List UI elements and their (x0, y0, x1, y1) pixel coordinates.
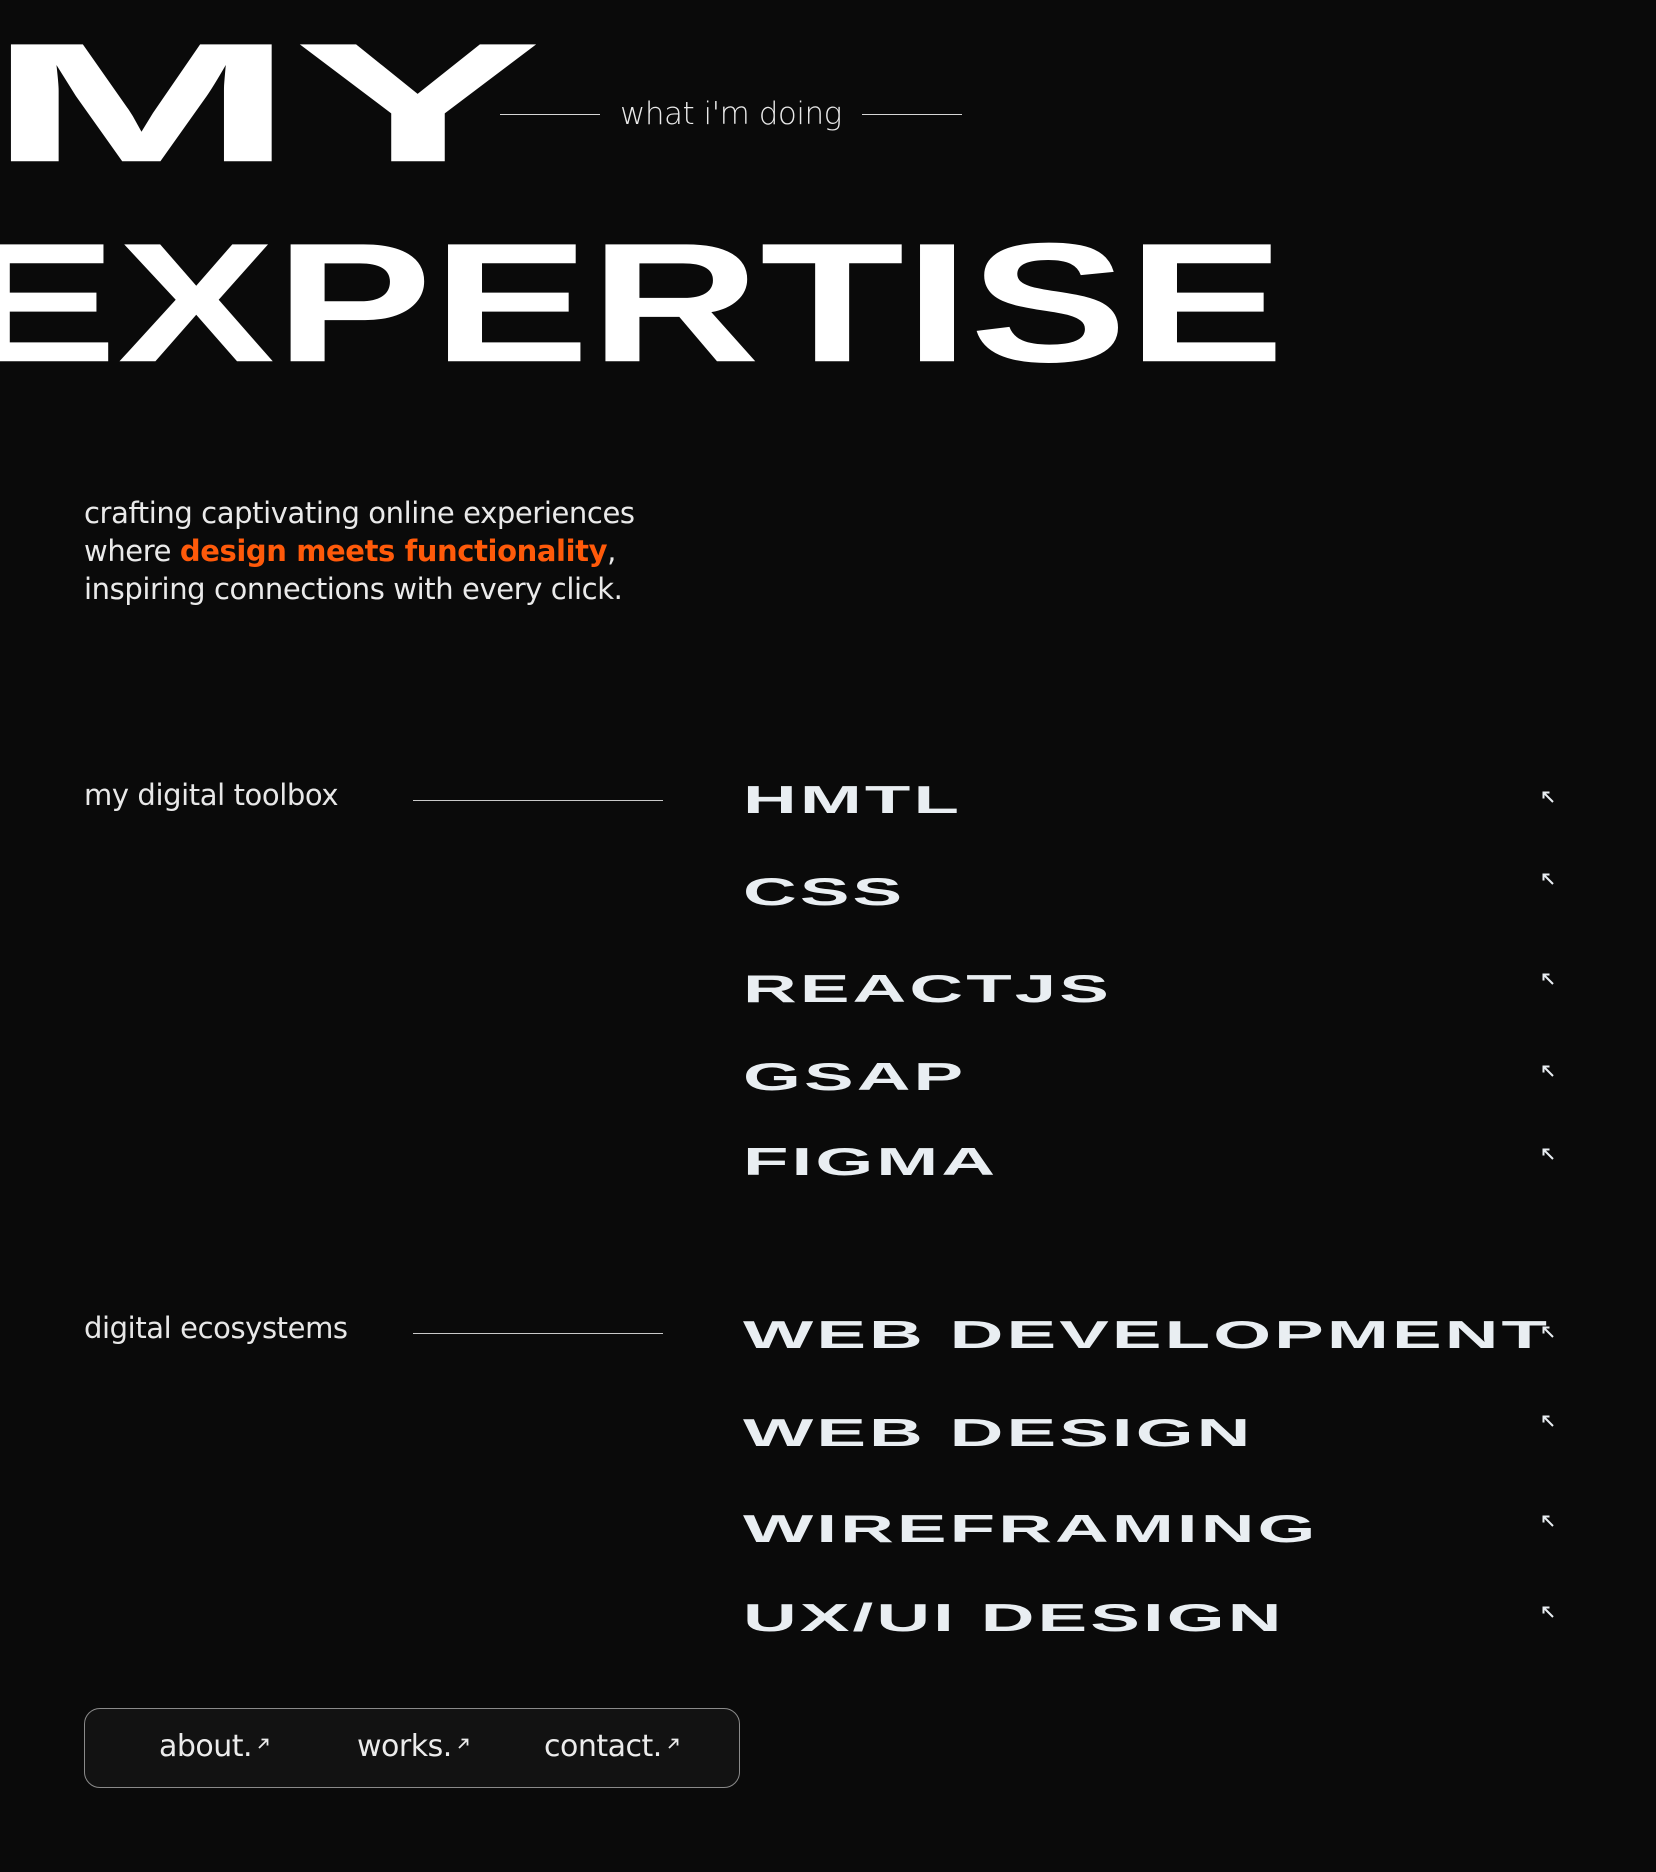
nav-about-label: about. (159, 1729, 253, 1764)
toolbox-item-css[interactable]: CSS (743, 862, 1555, 922)
arrow-up-left-icon (1542, 873, 1554, 885)
tagline: crafting captivating online experiences … (84, 494, 804, 608)
tagline-line-2-end: , (607, 534, 616, 568)
ecosystems-item-label: WIREFRAMING (743, 1507, 1319, 1551)
ecosystems-item-wireframing[interactable]: WIREFRAMING (743, 1499, 1555, 1559)
nav-contact-label: contact. (544, 1729, 662, 1764)
toolbox-item-label: REACTJS (743, 967, 1112, 1011)
tagline-line-1: crafting captivating online experiences (84, 496, 635, 530)
ecosystems-item-web-development[interactable]: WEB DEVELOPMENT (743, 1305, 1555, 1365)
arrow-up-left-icon (1542, 1606, 1554, 1618)
tagline-line-2: where design meets functionality, (84, 532, 804, 570)
arrow-up-right-icon (458, 1738, 469, 1749)
toolbox-item-reactjs[interactable]: REACTJS (743, 959, 1555, 1019)
bottom-nav: about. works. contact. (84, 1708, 740, 1788)
arrow-up-left-icon (1542, 1065, 1554, 1077)
toolbox-label: my digital toolbox (84, 778, 339, 812)
ecosystems-item-label: WEB DEVELOPMENT (743, 1313, 1551, 1357)
toolbox-divider (413, 800, 663, 801)
tagline-highlight: design meets functionality (179, 534, 608, 568)
ecosystems-item-web-design[interactable]: WEB DESIGN (743, 1403, 1555, 1463)
hero-title-line-1: MY (0, 7, 542, 199)
ecosystems-item-label: WEB DESIGN (743, 1411, 1254, 1455)
tagline-line-3: inspiring connections with every click. (84, 572, 623, 606)
arrow-up-left-icon (1542, 1148, 1554, 1160)
ecosystems-divider (413, 1333, 663, 1334)
arrow-up-left-icon (1542, 1326, 1554, 1338)
nav-works-link[interactable]: works. (357, 1729, 469, 1764)
arrow-up-right-icon (258, 1738, 269, 1749)
nav-works-label: works. (357, 1729, 452, 1764)
ecosystems-item-label: UX/UI DESIGN (743, 1596, 1285, 1640)
toolbox-item-label: GSAP (743, 1055, 967, 1099)
arrow-up-right-icon (668, 1738, 679, 1749)
ecosystems-item-ux-ui-design[interactable]: UX/UI DESIGN (743, 1588, 1555, 1648)
section-kicker: what i'm doing (500, 96, 962, 132)
ecosystems-label: digital ecosystems (84, 1311, 348, 1345)
arrow-up-left-icon (1542, 973, 1554, 985)
arrow-up-left-icon (1542, 1415, 1554, 1427)
kicker-divider-right (861, 113, 962, 115)
toolbox-item-html[interactable]: HMTL (743, 770, 1555, 830)
nav-about-link[interactable]: about. (159, 1729, 269, 1764)
toolbox-item-label: FIGMA (743, 1140, 999, 1184)
toolbox-item-figma[interactable]: FIGMA (743, 1132, 1555, 1192)
toolbox-item-gsap[interactable]: GSAP (743, 1047, 1555, 1107)
hero-title-line-2: EXPERTISE (0, 207, 1285, 398)
toolbox-item-label: CSS (743, 870, 906, 914)
kicker-divider-left (500, 113, 600, 115)
kicker-text: what i'm doing (620, 96, 842, 132)
toolbox-item-label: HMTL (743, 778, 963, 822)
nav-contact-link[interactable]: contact. (544, 1729, 679, 1764)
tagline-line-2-start: where (84, 534, 180, 568)
arrow-up-left-icon (1542, 791, 1554, 803)
arrow-up-left-icon (1542, 1515, 1554, 1527)
